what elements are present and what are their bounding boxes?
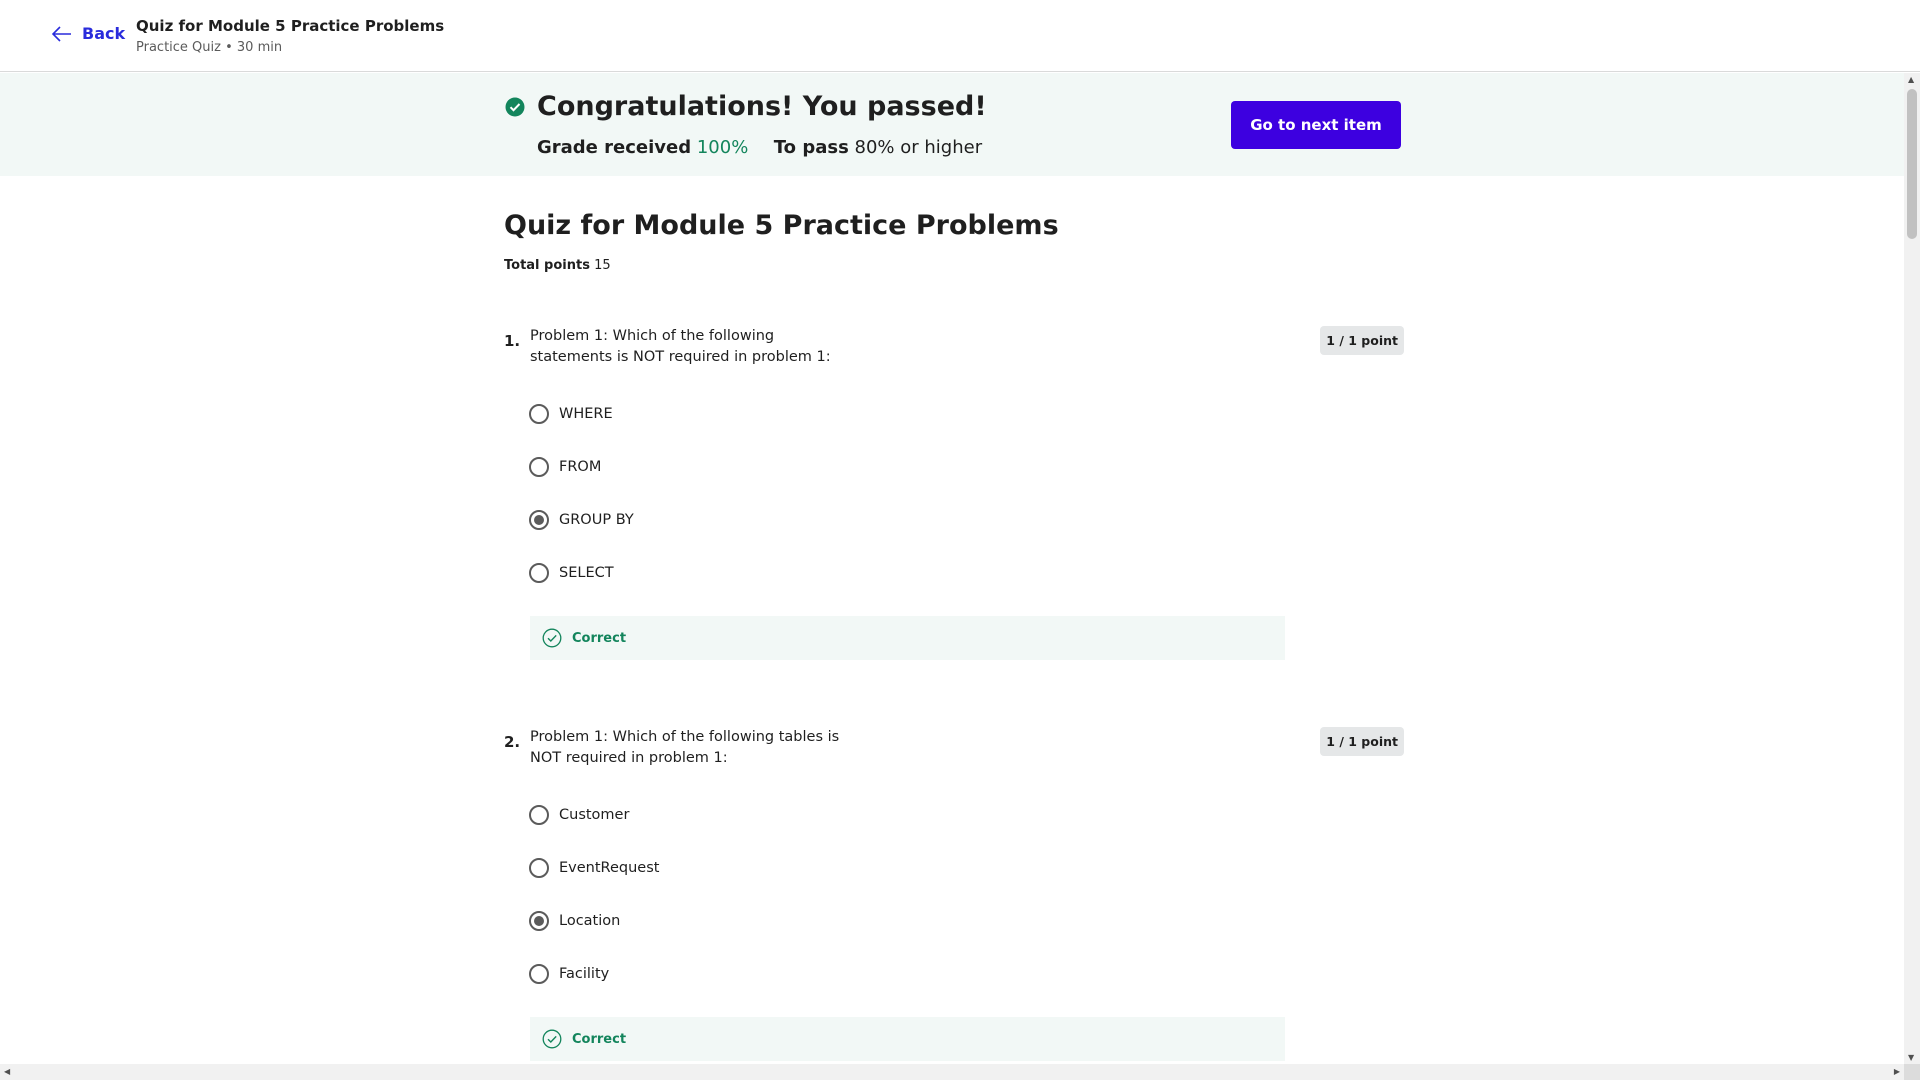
radio-button[interactable]: [529, 805, 549, 825]
radio-button[interactable]: [529, 964, 549, 984]
back-button[interactable]: Back: [52, 24, 125, 43]
result-banner: Congratulations! You passed! Grade recei…: [0, 73, 1904, 176]
option-label: FROM: [559, 459, 602, 475]
option-label: Customer: [559, 807, 630, 823]
feedback-label: Correct: [572, 630, 627, 646]
pass-requirement-label: To pass: [773, 137, 849, 158]
question-number: 2.: [504, 733, 521, 751]
answer-option[interactable]: Facility: [529, 964, 609, 984]
top-header: Back Quiz for Module 5 Practice Problems…: [0, 0, 1920, 72]
check-circle-icon: [505, 97, 525, 117]
vertical-scrollbar[interactable]: ▲ ▼: [1904, 73, 1920, 1064]
total-points-value: 15: [594, 258, 611, 273]
answer-feedback: Correct: [530, 1017, 1285, 1061]
answer-option[interactable]: FROM: [529, 457, 601, 477]
check-circle-outline-icon: [542, 1029, 562, 1049]
option-label: GROUP BY: [559, 512, 634, 528]
arrow-left-icon: [52, 25, 71, 42]
radio-button[interactable]: [529, 563, 549, 583]
radio-button[interactable]: [529, 457, 549, 477]
pass-requirement-value: 80% or higher: [854, 137, 983, 158]
question-text: Problem 1: Which of the following tables…: [530, 729, 840, 766]
answer-option[interactable]: GROUP BY: [529, 510, 634, 530]
radio-button[interactable]: [529, 858, 549, 878]
scrollbar-thumb[interactable]: [1907, 89, 1917, 239]
grade-value: 100%: [696, 137, 749, 158]
scroll-up-arrow-icon[interactable]: ▲: [1908, 75, 1914, 84]
horizontal-scrollbar[interactable]: ◀ ▶: [0, 1064, 1904, 1080]
quiz-title: Quiz for Module 5 Practice Problems: [504, 210, 1059, 241]
answer-option[interactable]: Location: [529, 911, 620, 931]
check-circle-outline-icon: [542, 628, 562, 648]
points-badge: 1 / 1 point: [1320, 326, 1404, 355]
scrollbar-corner: [1904, 1064, 1920, 1080]
answer-option[interactable]: WHERE: [529, 404, 613, 424]
total-points-label: Total points: [504, 258, 590, 273]
radio-button-selected[interactable]: [529, 911, 549, 931]
answer-option[interactable]: SELECT: [529, 563, 614, 583]
option-label: EventRequest: [559, 860, 660, 876]
radio-button-selected[interactable]: [529, 510, 549, 530]
go-to-next-item-button[interactable]: Go to next item: [1231, 101, 1401, 149]
points-badge: 1 / 1 point: [1320, 727, 1404, 756]
option-label: WHERE: [559, 406, 613, 422]
pass-title: Congratulations! You passed!: [537, 91, 987, 122]
total-points: Total points 15: [504, 258, 611, 273]
scroll-left-arrow-icon[interactable]: ◀: [4, 1067, 10, 1076]
header-subtitle: Practice Quiz • 30 min: [136, 40, 283, 55]
answer-option[interactable]: EventRequest: [529, 858, 659, 878]
header-titles: Quiz for Module 5 Practice Problems Prac…: [136, 17, 444, 55]
back-label: Back: [82, 24, 126, 43]
option-label: Facility: [559, 966, 610, 982]
question-number: 1.: [504, 332, 521, 350]
answer-feedback: Correct: [530, 616, 1285, 660]
question-text: Problem 1: Which of the following statem…: [530, 328, 831, 365]
option-label: Location: [559, 913, 621, 929]
feedback-label: Correct: [572, 1031, 627, 1047]
answer-option[interactable]: Customer: [529, 805, 629, 825]
header-title: Quiz for Module 5 Practice Problems: [136, 17, 445, 35]
grade-label: Grade received: [537, 137, 692, 158]
option-label: SELECT: [559, 565, 614, 581]
grade-line: Grade received 100% To pass 80% or highe…: [537, 137, 982, 158]
scroll-right-arrow-icon[interactable]: ▶: [1894, 1067, 1900, 1076]
radio-button[interactable]: [529, 404, 549, 424]
scroll-down-arrow-icon[interactable]: ▼: [1908, 1053, 1914, 1062]
